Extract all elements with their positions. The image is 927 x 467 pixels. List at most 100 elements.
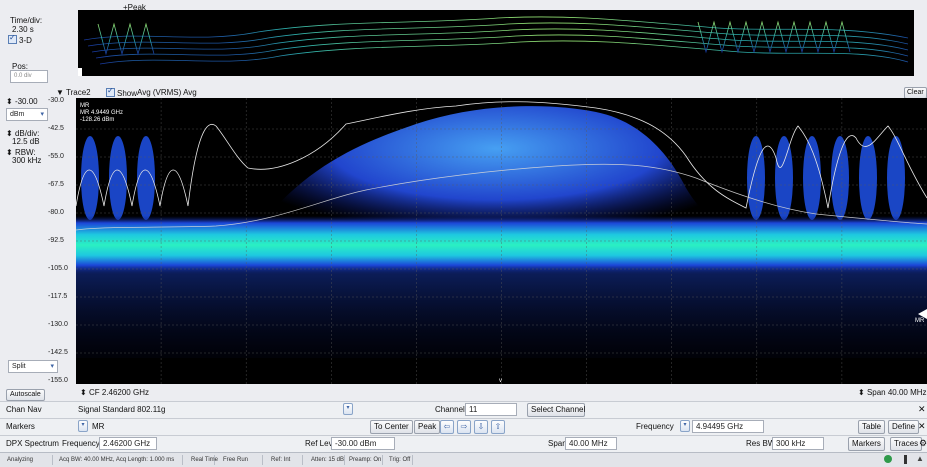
marker-select-value[interactable]: MR: [92, 422, 104, 431]
arrow-up-icon: ⇧: [494, 422, 502, 431]
signal-standard-dropdown[interactable]: ▾: [343, 403, 353, 415]
split-select[interactable]: Split ▾: [8, 360, 58, 373]
to-center-button[interactable]: To Center: [370, 420, 413, 434]
y-axis-tick-label: -42.5: [48, 125, 64, 132]
pos-field[interactable]: 0.0 div: [10, 70, 48, 83]
y-axis-tick-label: -105.0: [48, 265, 68, 272]
chevron-down-icon: ▾: [81, 422, 85, 428]
define-button[interactable]: Define: [888, 420, 920, 434]
marker-down-button[interactable]: ⇩: [474, 420, 488, 434]
y-axis-tick-label: -80.0: [48, 209, 64, 216]
ref-value-text: -30.00: [14, 97, 38, 106]
res-bw-label: Res BW: [746, 439, 776, 448]
pause-icon[interactable]: [904, 455, 907, 464]
spectrogram-3d[interactable]: [78, 10, 914, 76]
y-axis-tick-label: -130.0: [48, 321, 68, 328]
warning-icon[interactable]: ▲: [916, 454, 924, 463]
y-axis-tick-label: -67.5: [48, 181, 64, 188]
markers-label: Markers: [6, 422, 35, 431]
status-acq: Acq BW: 40.00 MHz, Acq Length: 1.000 ms: [56, 455, 183, 465]
noise-floor-band: [76, 216, 927, 274]
marker-left-button[interactable]: ⇦: [440, 420, 454, 434]
markers-row: Markers ▾ MR To Center Peak ⇦ ⇨ ⇩ ⇧ Freq…: [0, 418, 927, 435]
chan-nav-row: Chan Nav Signal Standard 802.11g ▾ Chann…: [0, 401, 927, 418]
db-div-value[interactable]: 12.5 dB: [12, 137, 40, 146]
y-axis-tick-label: -117.5: [48, 293, 68, 300]
status-bar: Analyzing Acq BW: 40.00 MHz, Acq Length:…: [0, 452, 927, 467]
close-icon[interactable]: ✕: [918, 404, 926, 415]
trace-select[interactable]: ▼ Trace2: [56, 88, 91, 97]
scroll-marker[interactable]: [78, 68, 82, 76]
ref-level-value[interactable]: ⬍ -30.00: [6, 97, 38, 106]
cf-text: CF 2.46200 GHz: [88, 388, 149, 397]
chevron-down-icon: ▾: [683, 422, 687, 428]
status-ref[interactable]: Ref: Int: [268, 455, 303, 465]
y-axis-tick-label: -142.5: [48, 349, 68, 356]
arrow-right-icon: ⇨: [460, 422, 468, 431]
chan-nav-label: Chan Nav: [6, 405, 42, 414]
gear-icon[interactable]: ⚙: [919, 438, 927, 449]
marker-right-button[interactable]: ⇨: [457, 420, 471, 434]
spin-icon: ⬍: [80, 388, 87, 397]
autoscale-button[interactable]: Autoscale: [6, 389, 45, 401]
marker-readout-level: -128.26 dBm: [80, 117, 114, 123]
status-state: Analyzing: [4, 455, 53, 465]
y-axis-tick-label: -155.0: [48, 377, 68, 384]
time-div-label: Time/div:: [10, 16, 43, 25]
select-channel-button[interactable]: Select Channel: [527, 403, 585, 417]
marker-frequency-field[interactable]: 4.94495 GHz: [692, 420, 764, 433]
show-label: Show: [117, 89, 138, 98]
checkbox-icon: [8, 33, 17, 44]
y-axis-tick-label: -30.0: [48, 97, 64, 104]
dpx-frequency-field[interactable]: 2.46200 GHz: [99, 437, 157, 450]
res-bw-field[interactable]: 300 kHz: [772, 437, 824, 450]
table-button[interactable]: Table: [858, 420, 886, 434]
unit-select[interactable]: dBm ▾: [6, 108, 48, 121]
dpx-spectrum-plot[interactable]: MR MR MR 4.9449 GHz -128.26 dBm v: [76, 98, 927, 384]
y-axis-tick-label: -92.5: [48, 237, 64, 244]
channel-field[interactable]: 11: [465, 403, 517, 416]
status-atten[interactable]: Atten: 15 dB: [308, 455, 345, 465]
dpx-spectrum-label: DPX Spectrum: [6, 439, 59, 448]
close-icon[interactable]: ✕: [918, 421, 926, 432]
arrow-down-icon: ⇩: [477, 422, 485, 431]
span-label: Span: [548, 439, 567, 448]
status-preamp[interactable]: Preamp: On: [346, 455, 383, 465]
spin-icon: ⬍: [858, 388, 865, 397]
marker-readout-freq: MR 4.9449 GHz: [80, 110, 123, 116]
run-status-icon[interactable]: [884, 455, 892, 463]
marker-frequency-label: Frequency: [636, 422, 674, 431]
status-real-time: Real Time: [188, 455, 218, 465]
arrow-left-icon: ⇦: [443, 422, 451, 431]
detection-select[interactable]: Avg (VRMS) Avg: [137, 88, 197, 97]
markers-button[interactable]: Markers: [848, 437, 885, 451]
trace-select-label: Trace2: [66, 88, 91, 97]
three-d-checkbox[interactable]: 3-D: [8, 33, 32, 45]
status-trig[interactable]: Trig: Off: [386, 455, 413, 465]
show-checkbox[interactable]: Show: [106, 86, 138, 98]
unit-select-label: dBm: [10, 111, 25, 118]
marker-frequency-spin[interactable]: ▾: [680, 420, 690, 432]
marker-up-button[interactable]: ⇧: [491, 420, 505, 434]
y-axis-tick-label: -55.0: [48, 153, 64, 160]
ref-lev-label: Ref Lev: [305, 439, 333, 448]
dpx-settings-row: DPX Spectrum Frequency 2.46200 GHz Ref L…: [0, 435, 927, 452]
ref-lev-field[interactable]: -30.00 dBm: [331, 437, 395, 450]
dpx-frequency-label: Frequency: [62, 439, 100, 448]
span-field[interactable]: 40.00 MHz: [565, 437, 617, 450]
peak-button[interactable]: Peak: [414, 420, 441, 434]
spin-icon: ⬍: [6, 97, 13, 106]
top-panel: +Peak Time/div: 2.30 s 3-D Pos: 0.0 div: [0, 0, 927, 84]
marker-select-dropdown[interactable]: ▾: [78, 420, 88, 432]
rbw-value[interactable]: 300 kHz: [12, 156, 41, 165]
traces-button[interactable]: Traces: [890, 437, 923, 451]
span-text: Span 40.00 MHz: [866, 388, 927, 397]
chevron-down-icon: ▾: [346, 405, 350, 411]
span-readout[interactable]: ⬍ Span 40.00 MHz: [858, 388, 927, 397]
status-free-run[interactable]: Free Run: [220, 455, 263, 465]
split-select-label: Split: [12, 363, 26, 370]
marker-readout-name: MR: [80, 103, 90, 109]
center-frequency[interactable]: ⬍ CF 2.46200 GHz: [80, 388, 149, 397]
marker-mr-flag: MR: [915, 318, 925, 324]
signal-standard[interactable]: Signal Standard 802.11g: [78, 405, 165, 414]
